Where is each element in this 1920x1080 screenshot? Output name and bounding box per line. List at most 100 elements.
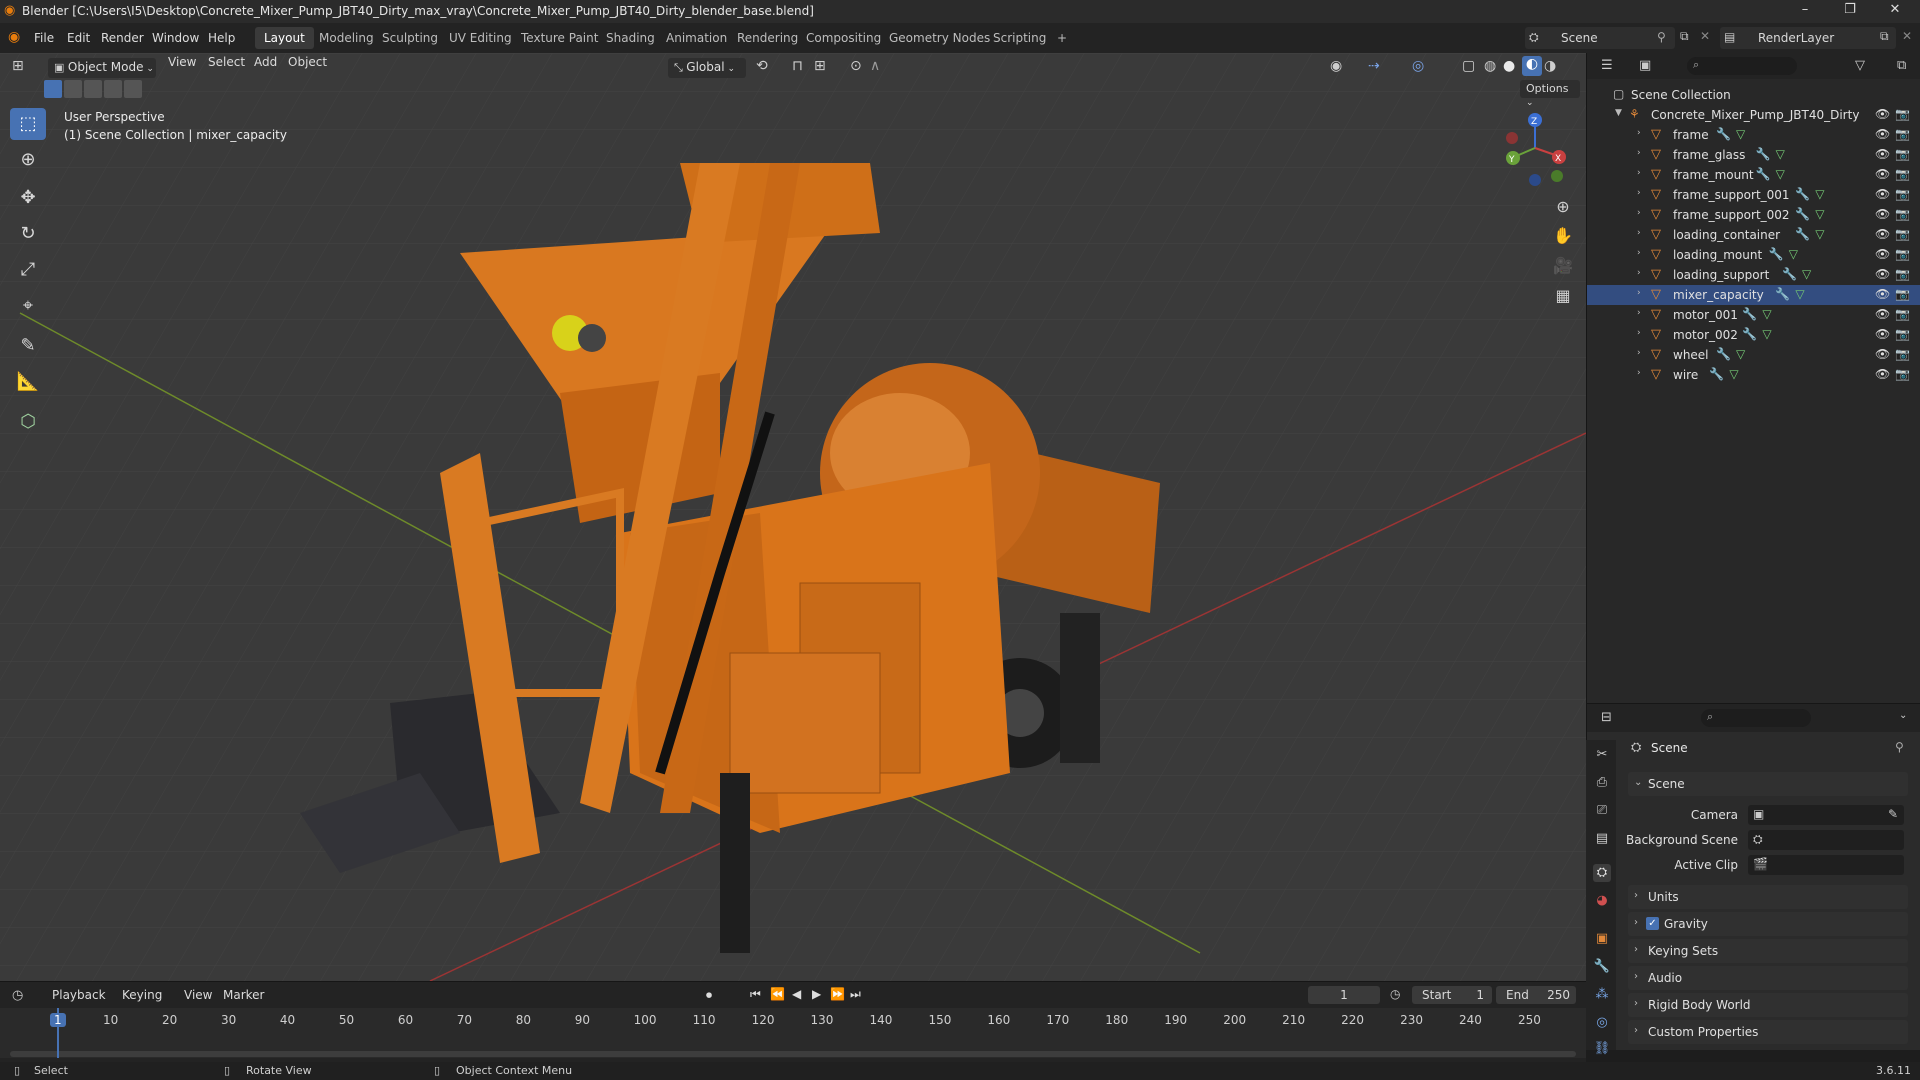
expand-arrow-icon[interactable]: ›	[1637, 368, 1641, 378]
tab-uv-editing[interactable]: UV Editing	[440, 27, 521, 49]
timeline-scrollbar[interactable]	[10, 1051, 1576, 1057]
eye-icon[interactable]: 👁	[1875, 187, 1890, 201]
modifier-icon[interactable]: 🔧	[1756, 147, 1771, 161]
add-workspace-button[interactable]: +	[1048, 27, 1076, 49]
viewport-menu-add[interactable]: Add	[254, 55, 277, 69]
gravity-checkbox[interactable]: ✓	[1646, 917, 1659, 930]
modifier-icon[interactable]: 🔧	[1782, 267, 1797, 281]
timeline-menu-view[interactable]: View	[184, 988, 212, 1002]
panel-custom-properties[interactable]: › Custom Properties	[1628, 1020, 1908, 1044]
panel-rigid-body-world[interactable]: › Rigid Body World	[1628, 993, 1908, 1017]
object-tab-icon[interactable]: ▣	[1593, 930, 1611, 948]
outliner-row-loading-support[interactable]: › ▽ loading_support 🔧 ▽ 👁 📷	[1587, 265, 1920, 285]
outliner-row-frame-glass[interactable]: › ▽ frame_glass 🔧 ▽ 👁 📷	[1587, 145, 1920, 165]
measure-icon[interactable]: 📐	[10, 366, 46, 398]
tab-compositing[interactable]: Compositing	[797, 27, 890, 49]
expand-arrow-icon[interactable]: ›	[1637, 128, 1641, 138]
prev-keyframe-icon[interactable]: ⏪	[770, 987, 785, 1001]
next-keyframe-icon[interactable]: ⏩	[830, 987, 845, 1001]
add-cube-icon[interactable]: ⬡	[10, 406, 46, 438]
expand-arrow-icon[interactable]: ›	[1637, 268, 1641, 278]
move-icon[interactable]: ✥	[10, 182, 46, 214]
outliner-row-wheel[interactable]: › ▽ wheel 🔧 ▽ 👁 📷	[1587, 345, 1920, 365]
delete-scene-icon[interactable]: ✕	[1700, 29, 1710, 43]
select-new-icon[interactable]	[44, 80, 62, 98]
proportional-edit-icon[interactable]: ⊙	[850, 58, 862, 74]
outliner-row-frame-support-001[interactable]: › ▽ frame_support_001 🔧 ▽ 👁 📷	[1587, 185, 1920, 205]
timeline-menu-marker[interactable]: Marker	[223, 988, 264, 1002]
eye-icon[interactable]: 👁	[1875, 207, 1890, 221]
eye-icon[interactable]: 👁	[1875, 127, 1890, 141]
world-tab-icon[interactable]: ◕	[1593, 892, 1611, 910]
panel-scene[interactable]: ⌄ Scene	[1628, 772, 1908, 796]
eye-icon[interactable]: 👁	[1875, 107, 1890, 121]
zoom-icon[interactable]: ⊕	[1551, 195, 1575, 219]
expand-arrow-icon[interactable]: ›	[1637, 308, 1641, 318]
expand-arrow-icon[interactable]: ›	[1637, 148, 1641, 158]
viewport-menu-select[interactable]: Select	[208, 55, 245, 69]
blender-menu-icon[interactable]: ◉	[8, 29, 20, 45]
outliner-row-frame-mount[interactable]: › ▽ frame_mount 🔧 ▽ 👁 📷	[1587, 165, 1920, 185]
physics-tab-icon[interactable]: ◎	[1593, 1014, 1611, 1032]
properties-options-icon[interactable]: ⌄	[1899, 710, 1907, 721]
eye-icon[interactable]: 👁	[1875, 167, 1890, 181]
modifier-icon[interactable]: 🔧	[1716, 347, 1731, 361]
outliner-row-collection[interactable]: ▼ ⚘ Concrete_Mixer_Pump_JBT40_Dirty 👁 📷	[1587, 105, 1920, 125]
eye-icon[interactable]: 👁	[1875, 287, 1890, 301]
new-collection-icon[interactable]: ⧉	[1897, 58, 1906, 73]
solid-shading-icon[interactable]: ●	[1503, 58, 1515, 74]
camera-render-icon[interactable]: 📷	[1895, 147, 1910, 161]
tab-scripting[interactable]: Scripting	[984, 27, 1055, 49]
tab-rendering[interactable]: Rendering	[728, 27, 807, 49]
pin-context-icon[interactable]: ⚲	[1895, 740, 1904, 754]
display-mode-icon[interactable]: ▣	[1639, 58, 1651, 73]
current-frame-field[interactable]: 1	[1308, 986, 1380, 1004]
transform-orientation-dropdown[interactable]: ⤡ Global ⌄	[668, 58, 746, 78]
pin-icon[interactable]: ⚲	[1657, 30, 1666, 44]
tab-sculpting[interactable]: Sculpting	[373, 27, 447, 49]
mesh-data-icon[interactable]: ▽	[1736, 347, 1745, 361]
properties-editor-icon[interactable]: ⊟	[1601, 710, 1612, 725]
delete-layer-icon[interactable]: ✕	[1902, 29, 1912, 43]
outliner-row-loading-container[interactable]: › ▽ loading_container 🔧 ▽ 👁 📷	[1587, 225, 1920, 245]
wireframe-shading-icon[interactable]: ◍	[1484, 58, 1496, 74]
mesh-data-icon[interactable]: ▽	[1762, 307, 1771, 321]
render-tab-icon[interactable]: ⎙	[1593, 774, 1611, 792]
camera-render-icon[interactable]: 📷	[1895, 167, 1910, 181]
mesh-data-icon[interactable]: ▽	[1802, 267, 1811, 281]
eye-icon[interactable]: 👁	[1875, 347, 1890, 361]
select-extend-icon[interactable]	[64, 80, 82, 98]
pivot-point-icon[interactable]: ⟲	[756, 58, 768, 74]
expand-arrow-icon[interactable]: ›	[1637, 288, 1641, 298]
jump-end-icon[interactable]: ⏭	[850, 987, 861, 1002]
mesh-data-icon[interactable]: ▽	[1776, 167, 1785, 181]
3d-viewport[interactable]: Z X Y	[0, 53, 1586, 981]
scene-selector[interactable]: ⛭ Scene ⚲	[1525, 27, 1675, 49]
active-clip-field[interactable]: 🎬	[1748, 855, 1904, 875]
modifier-icon[interactable]: 🔧	[1756, 167, 1771, 181]
modifier-tab-icon[interactable]: 🔧	[1593, 958, 1611, 976]
modifier-icon[interactable]: 🔧	[1742, 327, 1757, 341]
mesh-data-icon[interactable]: ▽	[1729, 367, 1738, 381]
filter-icon[interactable]: ▽	[1855, 58, 1865, 73]
menu-window[interactable]: Window	[152, 31, 199, 45]
menu-help[interactable]: Help	[208, 31, 235, 45]
collapse-arrow-icon[interactable]: ▼	[1615, 108, 1622, 118]
modifier-icon[interactable]: 🔧	[1795, 227, 1810, 241]
camera-render-icon[interactable]: 📷	[1895, 367, 1910, 381]
snap-target-icon[interactable]: ⊞	[814, 58, 826, 74]
timeline-menu-playback[interactable]: Playback	[52, 988, 106, 1002]
eyedropper-icon[interactable]: ✎	[1888, 807, 1898, 821]
object-mode-dropdown[interactable]: ▣ Object Mode ⌄	[48, 58, 156, 78]
camera-render-icon[interactable]: 📷	[1895, 347, 1910, 361]
eye-icon[interactable]: 👁	[1875, 267, 1890, 281]
expand-arrow-icon[interactable]: ›	[1637, 348, 1641, 358]
overlay-toggle-icon[interactable]: ◎	[1412, 58, 1424, 74]
modifier-icon[interactable]: 🔧	[1769, 247, 1784, 261]
new-layer-icon[interactable]: ⧉	[1880, 29, 1889, 44]
modifier-icon[interactable]: 🔧	[1709, 367, 1724, 381]
timeline-menu-keying[interactable]: Keying	[122, 988, 162, 1002]
camera-view-icon[interactable]: 🎥	[1551, 254, 1575, 278]
editor-type-icon[interactable]: ⊞	[12, 58, 24, 74]
mesh-data-icon[interactable]: ▽	[1795, 287, 1804, 301]
